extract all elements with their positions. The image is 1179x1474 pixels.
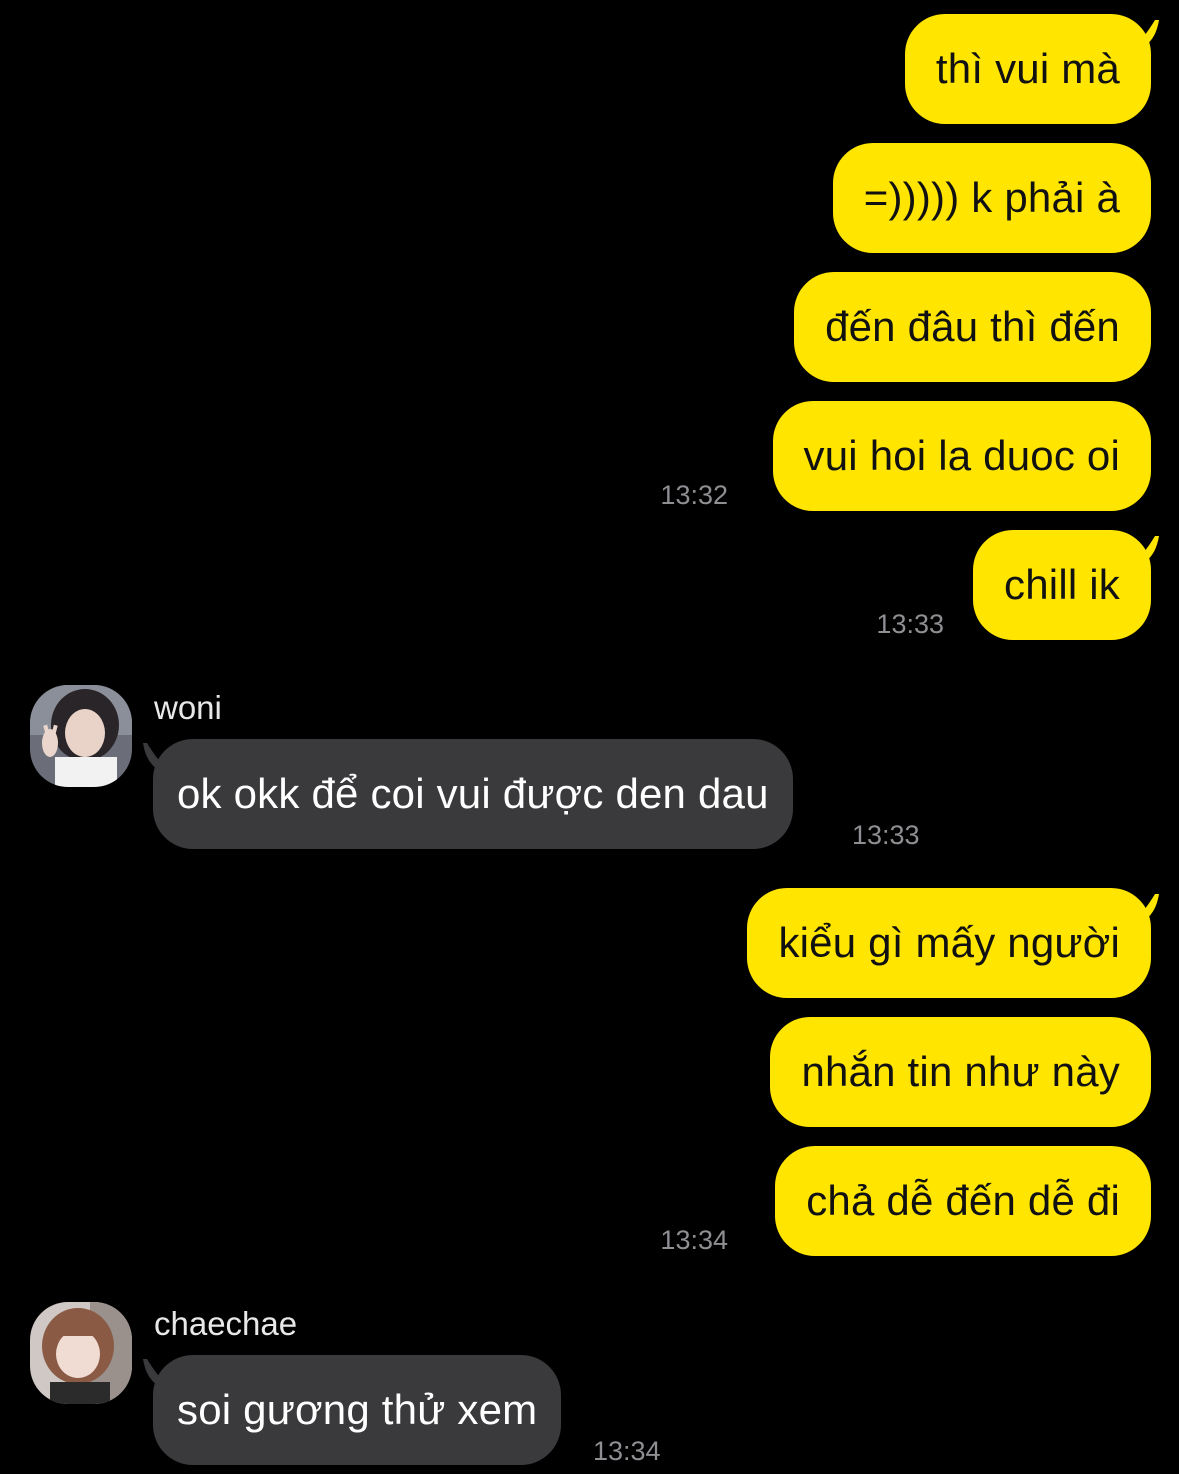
their-message-bubble[interactable]: ok okk để coi vui được den dau: [143, 739, 793, 849]
sender-name: woni: [154, 689, 222, 726]
message-text: =))))) k phải à: [863, 174, 1120, 221]
their-message-bubble[interactable]: soi gương thử xem: [143, 1355, 562, 1465]
woni-avatar[interactable]: [30, 685, 132, 787]
message-text: nhắn tin như này: [801, 1048, 1120, 1095]
my-message-bubble[interactable]: vui hoi la duoc oi: [772, 401, 1151, 511]
message-text: ok okk để coi vui được den dau: [177, 770, 769, 817]
message-timestamp: 13:33: [876, 609, 944, 639]
profile-photo-icon: [30, 1302, 132, 1404]
bubble-tail-icon: [143, 1359, 167, 1385]
my-message-bubble[interactable]: chả dễ đến dễ đi: [775, 1146, 1151, 1256]
my-message-bubble[interactable]: đến đâu thì đến: [794, 272, 1151, 382]
message-timestamp: 13:34: [660, 1225, 728, 1255]
bubble-tail-icon: [143, 743, 167, 769]
sender-name: chaechae: [154, 1305, 298, 1342]
bubble-tail-icon: [1135, 894, 1159, 920]
bubble-tail-icon: [1135, 536, 1159, 562]
message-text: chả dễ đến dễ đi: [806, 1177, 1120, 1224]
my-message-bubble[interactable]: kiểu gì mấy người: [747, 888, 1159, 998]
my-message-bubble[interactable]: =))))) k phải à: [832, 143, 1151, 253]
message-text: thì vui mà: [935, 45, 1120, 92]
my-message-bubble[interactable]: thì vui mà: [904, 14, 1159, 124]
profile-photo-icon: [30, 685, 132, 787]
message-text: vui hoi la duoc oi: [803, 432, 1120, 479]
message-timestamp: 13:32: [660, 480, 728, 510]
message-timestamp: 13:33: [852, 820, 920, 850]
message-text: soi gương thử xem: [177, 1386, 538, 1433]
bubble-tail-icon: [1135, 20, 1159, 46]
message-text: kiểu gì mấy người: [778, 919, 1120, 966]
chaechae-avatar[interactable]: [30, 1302, 132, 1404]
message-text: đến đâu thì đến: [825, 303, 1120, 350]
message-text: chill ik: [1004, 561, 1120, 608]
my-message-bubble[interactable]: nhắn tin như này: [770, 1017, 1151, 1127]
my-message-bubble[interactable]: chill ik: [973, 530, 1159, 640]
message-timestamp: 13:34: [593, 1436, 661, 1466]
